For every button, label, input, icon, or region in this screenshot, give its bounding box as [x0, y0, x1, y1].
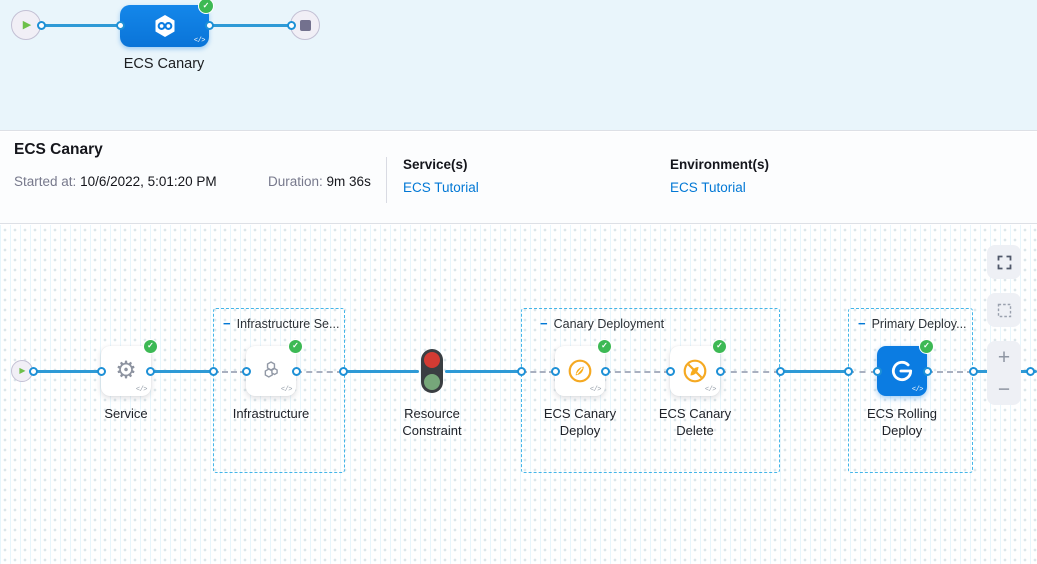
step-label: ECS Rolling Deploy — [858, 405, 946, 439]
connector-point — [844, 367, 853, 376]
zoom-in-button[interactable]: + — [987, 341, 1021, 373]
stop-icon — [300, 20, 311, 31]
environments-label: Environment(s) — [670, 157, 769, 172]
step-node-ecs-canary-deploy[interactable]: ✓ </> — [555, 346, 605, 396]
collapse-icon[interactable]: − — [540, 319, 548, 329]
marquee-select-button[interactable] — [987, 293, 1021, 327]
connector-point — [923, 367, 932, 376]
connector-point — [97, 367, 106, 376]
code-badge: </> — [281, 386, 292, 394]
rolling-deploy-icon — [889, 358, 915, 384]
group-label: Infrastructure Se... — [237, 317, 340, 331]
collapse-icon[interactable]: − — [858, 319, 866, 329]
step-label: Service — [78, 405, 174, 422]
connector-point — [29, 367, 38, 376]
connector-point — [339, 367, 348, 376]
success-icon: ✓ — [919, 339, 934, 354]
step-node-service[interactable]: ⚙ ✓ </> — [101, 346, 151, 396]
step-node-ecs-canary-delete[interactable]: ✓ </> — [670, 346, 720, 396]
play-icon: ▶ — [21, 20, 31, 31]
duration-value: 9m 36s — [327, 174, 371, 189]
connector-point — [551, 367, 560, 376]
stage-graph-panel: ▶ ✓ </> ECS Canary — [0, 0, 1037, 131]
code-badge: </> — [912, 386, 923, 394]
group-header: − Infrastructure Se... — [223, 317, 339, 331]
edge-line — [33, 370, 101, 373]
stage-node-ecs-canary[interactable]: ✓ </> — [120, 5, 209, 47]
step-label: Resource Constraint — [387, 405, 477, 439]
canary-deploy-icon — [567, 358, 593, 384]
step-label: ECS Canary Deploy — [536, 405, 624, 439]
edge-line — [41, 24, 120, 27]
fullscreen-button[interactable] — [987, 245, 1021, 279]
group-label: Primary Deploy... — [872, 317, 967, 331]
connector-point — [601, 367, 610, 376]
edge-line — [780, 370, 848, 373]
collapse-icon[interactable]: − — [223, 319, 231, 329]
connector-point — [205, 21, 214, 30]
connector-point — [716, 367, 725, 376]
play-icon: ▶ — [18, 367, 25, 375]
connector-point — [37, 21, 46, 30]
traffic-red-icon — [424, 352, 440, 368]
edge-line — [150, 370, 213, 373]
connector-point — [776, 367, 785, 376]
step-node-ecs-rolling-deploy[interactable]: ✓ </> — [877, 346, 927, 396]
code-badge: </> — [136, 386, 147, 394]
code-badge: </> — [705, 386, 716, 394]
pipeline-execution-screen: ▶ ✓ </> ECS Canary ECS Canary Started at… — [0, 0, 1037, 564]
services-label: Service(s) — [403, 157, 468, 172]
group-header: − Primary Deploy... — [858, 317, 967, 331]
connector-point — [292, 367, 301, 376]
connector-point — [146, 367, 155, 376]
success-icon: ✓ — [597, 339, 612, 354]
zoom-out-button[interactable]: − — [987, 373, 1021, 405]
group-header: − Canary Deployment — [540, 317, 664, 331]
step-node-infrastructure[interactable]: ✓ </> — [246, 346, 296, 396]
success-icon: ✓ — [198, 0, 214, 14]
zoom-controls: + − — [987, 341, 1021, 405]
edge-line — [343, 370, 419, 373]
duration: Duration: 9m 36s — [268, 174, 371, 189]
connector-point — [969, 367, 978, 376]
hexagons-icon — [259, 359, 283, 383]
connector-point — [873, 367, 882, 376]
success-icon: ✓ — [712, 339, 727, 354]
step-label: Infrastructure — [223, 405, 319, 422]
connector-point — [116, 21, 125, 30]
execution-graph-canvas[interactable]: − Infrastructure Se... − Canary Deployme… — [0, 225, 1037, 564]
connector-point — [209, 367, 218, 376]
marquee-select-icon — [997, 303, 1012, 318]
code-badge: </> — [590, 386, 601, 394]
success-icon: ✓ — [143, 339, 158, 354]
connector-point — [1026, 367, 1035, 376]
divider — [386, 157, 387, 203]
resource-constraint-node[interactable] — [421, 349, 443, 393]
edge-line — [209, 24, 291, 27]
started-at: Started at: 10/6/2022, 5:01:20 PM — [14, 174, 217, 189]
connector-point — [666, 367, 675, 376]
canary-delete-icon — [682, 358, 708, 384]
environments-link[interactable]: ECS Tutorial — [670, 180, 746, 195]
started-at-value: 10/6/2022, 5:01:20 PM — [80, 174, 217, 189]
execution-details-bar: ECS Canary Started at: 10/6/2022, 5:01:2… — [0, 132, 1037, 224]
harness-stage-icon — [151, 12, 179, 40]
code-badge: </> — [194, 37, 205, 45]
traffic-green-icon — [424, 374, 440, 390]
gear-icon: ⚙ — [115, 359, 137, 383]
step-label: ECS Canary Delete — [651, 405, 739, 439]
connector-point — [517, 367, 526, 376]
connector-point — [242, 367, 251, 376]
stage-label: ECS Canary — [104, 56, 224, 72]
fullscreen-icon — [997, 255, 1012, 270]
success-icon: ✓ — [288, 339, 303, 354]
execution-title: ECS Canary — [14, 141, 103, 159]
group-label: Canary Deployment — [554, 317, 664, 331]
edge-line — [445, 370, 521, 373]
connector-point — [287, 21, 296, 30]
services-link[interactable]: ECS Tutorial — [403, 180, 479, 195]
